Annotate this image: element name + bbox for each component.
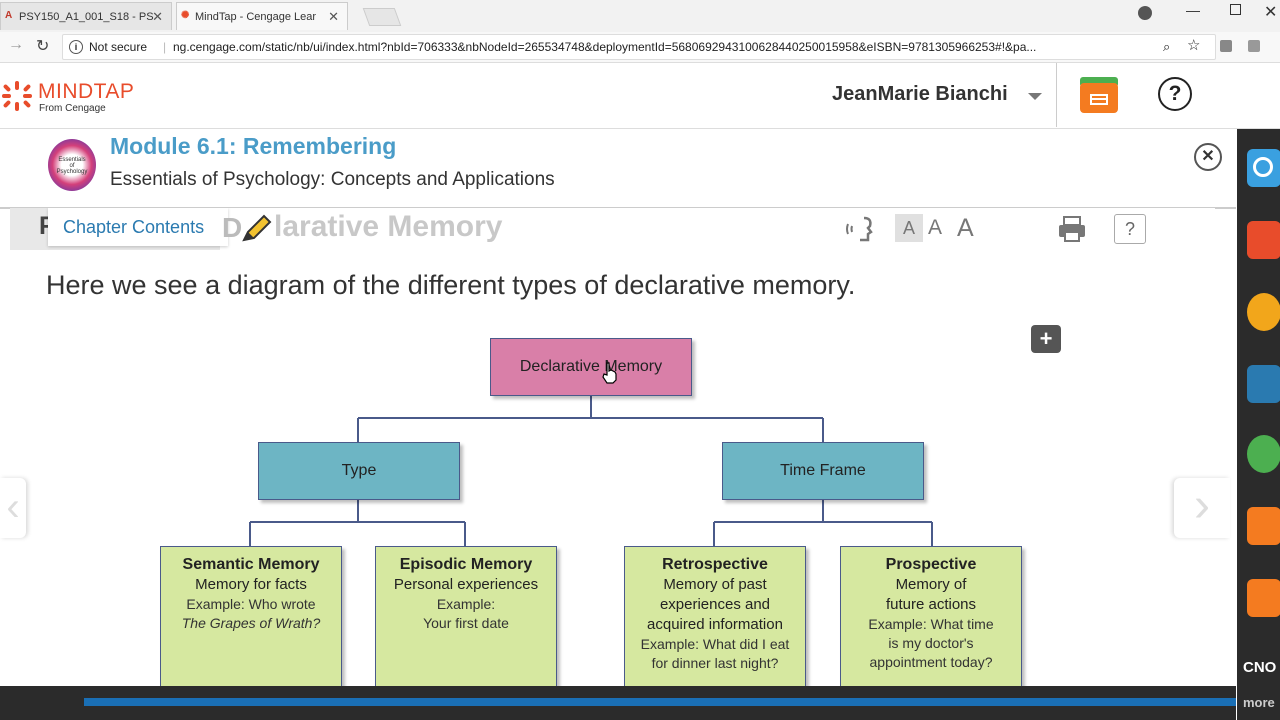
- url-divider: |: [163, 40, 167, 54]
- url-input[interactable]: i Not secure | ng.cengage.com/static/nb/…: [62, 34, 1216, 60]
- tab-label: MindTap - Cengage Lear: [195, 11, 317, 23]
- profile-icon[interactable]: [1138, 6, 1152, 20]
- restore-icon[interactable]: [1230, 4, 1241, 15]
- diagram-node-type: Type: [258, 442, 460, 500]
- hand-cursor-icon: [602, 362, 618, 384]
- storage-app-icon[interactable]: [1247, 579, 1280, 617]
- leaf-title: Prospective: [885, 556, 977, 573]
- diagram-leaf-episodic: Episodic Memory Personal experiences Exa…: [375, 546, 557, 686]
- progress-fill: [84, 698, 1236, 706]
- close-window-icon[interactable]: ✕: [1264, 2, 1277, 22]
- mindtap-logo-text: MINDTAP: [38, 80, 135, 103]
- rss-app-icon[interactable]: [1247, 221, 1280, 259]
- leaf-example-italic: The Grapes of Wrath?: [181, 615, 321, 631]
- contacts-app-icon[interactable]: [1247, 435, 1280, 473]
- search-icon: [1253, 157, 1273, 177]
- diagram-leaf-retrospective: Retrospective Memory of past experiences…: [624, 546, 806, 686]
- browser-tab-psy150[interactable]: A PSY150_A1_001_S18 - PS ✕: [0, 2, 172, 30]
- browser-tab-bar: A PSY150_A1_001_S18 - PS ✕ ✺ MindTap - C…: [0, 0, 1280, 32]
- reader-content: F Chapter Contents D larative Memory A A…: [10, 208, 1215, 686]
- leaf-title: Semantic Memory: [182, 556, 320, 573]
- mindtap-logo-icon: [2, 81, 32, 111]
- new-tab-button[interactable]: [362, 8, 402, 26]
- next-page-button[interactable]: ›: [1174, 478, 1230, 538]
- mindtap-logo-sub: From Cengage: [39, 103, 106, 114]
- app-dock-icon[interactable]: [1078, 75, 1120, 115]
- diagram-node-time-frame: Time Frame: [722, 442, 924, 500]
- bookmark-star-icon[interactable]: ☆: [1187, 34, 1200, 58]
- notebook-app-icon[interactable]: [1247, 365, 1280, 403]
- leaf-desc: future actions: [885, 596, 977, 613]
- diagram-leaf-semantic: Semantic Memory Memory for facts Example…: [160, 546, 342, 686]
- reload-icon[interactable]: ↻: [36, 36, 49, 56]
- leaf-desc: Memory for facts: [195, 576, 307, 593]
- mindtap-header: MINDTAP From Cengage JeanMarie Bianchi ?: [0, 63, 1280, 129]
- leaf-desc: Memory of past: [663, 576, 767, 593]
- leaf-desc: Memory of: [895, 576, 967, 593]
- not-secure-label: Not secure: [89, 40, 148, 54]
- module-title: Module 6.1: Remembering: [110, 133, 397, 159]
- info-icon[interactable]: i: [69, 40, 83, 54]
- aplia-app-icon[interactable]: [1247, 293, 1280, 331]
- tab-favicon-icon: ✺: [181, 10, 190, 21]
- close-tab-icon[interactable]: ✕: [328, 3, 339, 30]
- leaf-title: Retrospective: [662, 556, 768, 573]
- forward-arrow-icon[interactable]: →: [8, 36, 24, 54]
- previous-page-button[interactable]: ‹: [0, 478, 26, 538]
- search-app-icon[interactable]: [1247, 149, 1280, 187]
- close-tab-icon[interactable]: ✕: [152, 3, 163, 30]
- url-text: ng.cengage.com/static/nb/ui/index.html?n…: [173, 40, 1037, 54]
- diagram-leaf-prospective: Prospective Memory of future actions Exa…: [840, 546, 1022, 686]
- leaf-example: Example: What time: [868, 616, 994, 632]
- leaf-title: Episodic Memory: [399, 556, 533, 573]
- bottom-progress-bar: [0, 686, 1236, 720]
- close-icon[interactable]: ✕: [1194, 143, 1222, 171]
- tab-label: PSY150_A1_001_S18 - PS: [19, 11, 154, 23]
- address-bar-row: → ↻ i Not secure | ng.cengage.com/static…: [0, 32, 1280, 63]
- book-cover-label: Essentials of Psychology: [56, 157, 88, 175]
- header-divider: [1056, 63, 1057, 127]
- module-subtitle: Essentials of Psychology: Concepts and A…: [110, 169, 555, 190]
- module-header: Essentials of Psychology Module 6.1: Rem…: [0, 129, 1236, 209]
- book-cover-image: Essentials of Psychology: [48, 139, 96, 191]
- leaf-example: appointment today?: [869, 654, 993, 670]
- leaf-example: is my doctor's: [888, 635, 974, 651]
- leaf-desc: acquired information: [647, 616, 783, 633]
- user-name-menu[interactable]: JeanMarie Bianchi: [832, 83, 1008, 106]
- help-button[interactable]: ?: [1158, 77, 1192, 111]
- diagram-node-root: Declarative Memory: [490, 338, 692, 396]
- minimize-icon[interactable]: —: [1186, 2, 1200, 18]
- leaf-example: for dinner last night?: [651, 655, 779, 671]
- readspeaker-app-icon[interactable]: [1247, 507, 1280, 545]
- app-dock-sidebar: CNO more: [1237, 129, 1280, 720]
- zoom-icon[interactable]: ⌕: [1163, 35, 1170, 59]
- leaf-example: Your first date: [423, 615, 509, 631]
- more-apps-link[interactable]: more: [1243, 695, 1275, 710]
- leaf-example: Example: What did I eat: [640, 636, 790, 652]
- browser-tab-mindtap[interactable]: ✺ MindTap - Cengage Lear ✕: [176, 2, 348, 30]
- chevron-down-icon[interactable]: [1028, 93, 1042, 100]
- leaf-example: Example:: [436, 596, 496, 612]
- cno-app-label[interactable]: CNO: [1243, 659, 1276, 676]
- leaf-example: Example: Who wrote: [186, 596, 316, 612]
- leaf-desc: Personal experiences: [393, 576, 539, 593]
- extension-icon[interactable]: [1248, 40, 1260, 52]
- extension-icon[interactable]: [1220, 40, 1232, 52]
- leaf-desc: experiences and: [659, 596, 771, 613]
- tab-favicon-icon: A: [5, 10, 13, 21]
